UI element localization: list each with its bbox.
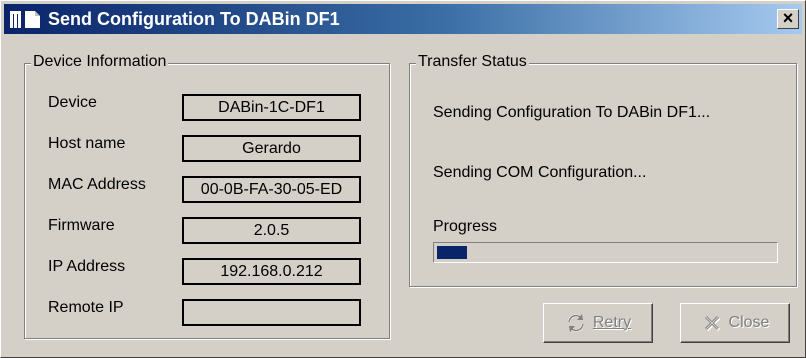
device-value: DABin-1C-DF1 [182, 94, 361, 121]
close-button[interactable]: Close [680, 303, 790, 343]
device-information-group: Device Information Device DABin-1C-DF1 H… [24, 53, 390, 339]
firmware-value: 2.0.5 [182, 217, 361, 244]
host-name-value: Gerardo [182, 135, 361, 162]
mac-address-value: 00-0B-FA-30-05-ED [182, 176, 361, 203]
remote-ip-value [182, 299, 361, 326]
transfer-status-legend: Transfer Status [416, 53, 529, 71]
close-button-label: Close [728, 314, 770, 331]
remote-ip-label: Remote IP [48, 299, 124, 316]
close-x-icon [704, 315, 720, 332]
status-line-2: Sending COM Configuration... [433, 164, 647, 181]
transfer-status-group: Transfer Status Sending Configuration To… [409, 53, 797, 287]
dialog-window: Send Configuration To DABin DF1 × Device… [0, 0, 806, 358]
title-bar[interactable]: Send Configuration To DABin DF1 × [4, 4, 802, 34]
host-name-label: Host name [48, 135, 126, 152]
window-title: Send Configuration To DABin DF1 [48, 9, 340, 29]
progress-fill [437, 246, 468, 259]
device-information-legend: Device Information [31, 53, 169, 71]
status-line-1: Sending Configuration To DABin DF1... [433, 104, 711, 121]
firmware-label: Firmware [48, 217, 115, 234]
ip-address-value: 192.168.0.212 [182, 258, 361, 285]
progress-bar [433, 242, 778, 263]
device-label: Device [48, 94, 97, 111]
ip-address-label: IP Address [48, 258, 126, 275]
progress-label: Progress [433, 218, 498, 235]
mac-address-label: MAC Address [48, 176, 146, 193]
app-window-icon [10, 11, 40, 28]
title-close-button[interactable]: × [777, 9, 799, 29]
refresh-icon [567, 314, 585, 332]
retry-button[interactable]: Retry [543, 303, 653, 343]
retry-button-label: Retry [592, 314, 632, 331]
